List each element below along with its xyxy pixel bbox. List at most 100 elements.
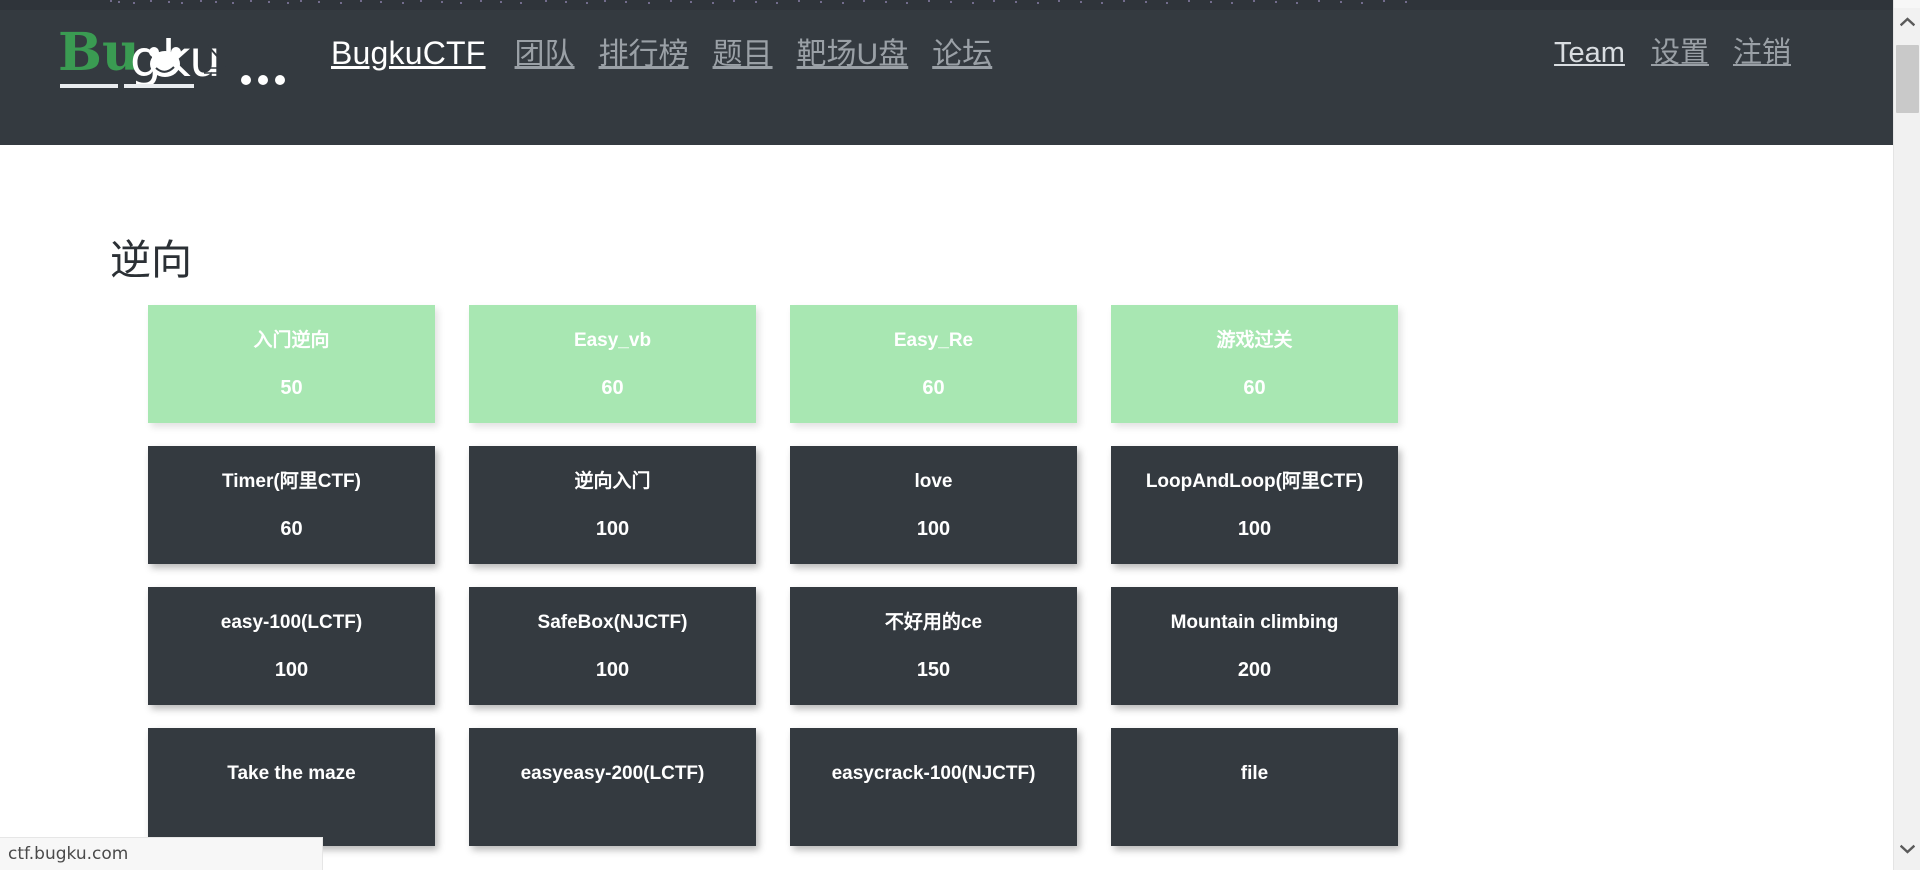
edge-speck (1015, 1, 1017, 3)
edge-speck (110, 0, 112, 2)
edge-speck (480, 0, 482, 2)
edge-speck (1383, 0, 1385, 2)
challenge-title: SafeBox(NJCTF) (537, 611, 688, 633)
nav-link-forum[interactable]: 论坛 (920, 39, 1004, 70)
navbar-inner: Bu gku (0, 18, 1893, 88)
edge-speck (1318, 0, 1320, 2)
challenge-card[interactable]: 入门逆向 50 (148, 305, 435, 423)
edge-speck (460, 2, 462, 4)
challenge-card[interactable]: 不好用的ce 150 (790, 587, 1077, 705)
edge-speck (863, 0, 865, 2)
edge-speck (1058, 0, 1060, 2)
nav-link-settings[interactable]: 设置 (1639, 38, 1721, 68)
edge-speck (820, 1, 822, 3)
challenge-card[interactable]: SafeBox(NJCTF) 100 (469, 587, 756, 705)
edge-speck (885, 1, 887, 3)
edge-speck (993, 0, 995, 2)
edge-speck (1405, 1, 1407, 3)
challenge-card[interactable]: easy-100(LCTF) 100 (148, 587, 435, 705)
edge-speck (1361, 2, 1363, 4)
challenge-score: 150 (916, 658, 951, 681)
top-edge-artifact (0, 0, 1893, 10)
edge-speck (1275, 1, 1277, 3)
edge-speck (1296, 2, 1298, 4)
challenge-title: Timer(阿里CTF) (222, 470, 361, 492)
edge-speck (232, 2, 234, 4)
challenge-title: 游戏过关 (1216, 329, 1293, 351)
edge-speck (906, 2, 908, 4)
nav-link-team-cn[interactable]: 团队 (503, 39, 587, 70)
challenge-card[interactable]: love 100 (790, 446, 1077, 564)
edge-speck (318, 1, 320, 3)
challenge-card[interactable]: Take the maze (148, 728, 435, 846)
edge-speck (1231, 2, 1233, 4)
challenge-title: easycrack-100(NJCTF) (831, 762, 1036, 784)
challenge-title: love (914, 470, 953, 492)
challenge-card[interactable]: easycrack-100(NJCTF) (790, 728, 1077, 846)
edge-speck (520, 2, 522, 4)
page-title: 逆向 (110, 237, 192, 283)
challenge-score: 100 (595, 517, 630, 540)
chevron-down-icon (1900, 844, 1915, 854)
chevron-up-icon (1900, 16, 1915, 26)
edge-speck (250, 0, 252, 2)
edge-speck (625, 1, 627, 3)
challenge-card[interactable]: LoopAndLoop(阿里CTF) 100 (1111, 446, 1398, 564)
edge-speck (972, 2, 974, 4)
challenge-card[interactable]: easyeasy-200(LCTF) (469, 728, 756, 846)
challenge-title: LoopAndLoop(阿里CTF) (1145, 470, 1364, 492)
challenge-card[interactable]: Easy_Re 60 (790, 305, 1077, 423)
challenge-score: 100 (1237, 517, 1272, 540)
edge-speck (1210, 1, 1212, 3)
bugku-logo[interactable]: Bu gku (58, 18, 290, 88)
scrollbar-up-button[interactable] (1894, 8, 1920, 35)
challenge-card[interactable]: Timer(阿里CTF) 60 (148, 446, 435, 564)
edge-speck (300, 0, 302, 2)
scrollbar-track-top (1894, 0, 1920, 8)
edge-speck (360, 0, 362, 2)
challenge-score: 60 (1243, 376, 1266, 399)
edge-speck (118, 1, 120, 3)
challenge-grid: 入门逆向 50 Easy_vb 60 Easy_Re 60 游戏过关 60 Timer(阿里CT… (148, 305, 1438, 846)
edge-speck (215, 1, 217, 3)
challenge-score: 100 (916, 517, 951, 540)
edge-speck (755, 1, 757, 3)
challenge-score: 60 (601, 376, 624, 399)
edge-speck (150, 0, 152, 2)
challenge-title: 入门逆向 (253, 329, 330, 351)
edge-speck (1145, 1, 1147, 3)
navbar-right-links: Team 设置 注销 (1540, 38, 1853, 68)
edge-speck (1166, 2, 1168, 4)
challenge-title: Mountain climbing (1170, 611, 1339, 633)
challenge-score: 100 (595, 658, 630, 681)
edge-speck (268, 1, 270, 3)
nav-link-range-usb[interactable]: 靶场U盘 (785, 39, 921, 70)
edge-speck (1101, 2, 1103, 4)
scrollbar-down-button[interactable] (1894, 835, 1920, 862)
nav-link-logout[interactable]: 注销 (1721, 38, 1803, 68)
challenge-card[interactable]: file (1111, 728, 1398, 846)
edge-speck (441, 1, 443, 3)
main-content: 逆向 入门逆向 50 Easy_vb 60 Easy_Re 60 游戏过关 60 Timer(阿… (0, 145, 1893, 870)
challenge-title: easyeasy-200(LCTF) (520, 762, 705, 784)
challenge-score: 50 (280, 376, 303, 399)
edge-speck (1080, 1, 1082, 3)
vertical-scrollbar[interactable] (1893, 0, 1920, 870)
challenge-card[interactable]: 逆向入门 100 (469, 446, 756, 564)
svg-text:Bu: Bu (58, 22, 140, 83)
challenge-score: 60 (922, 376, 945, 399)
challenge-card[interactable]: 游戏过关 60 (1111, 305, 1398, 423)
edge-speck (168, 1, 170, 3)
edge-speck (604, 0, 606, 2)
nav-link-bugkuctf[interactable]: BugkuCTF (314, 37, 503, 69)
challenge-title: Easy_Re (893, 329, 974, 351)
edge-speck (500, 1, 502, 3)
nav-link-team[interactable]: Team (1540, 38, 1639, 68)
challenge-card[interactable]: Mountain climbing 200 (1111, 587, 1398, 705)
status-bar-url: ctf.bugku.com (8, 844, 129, 864)
nav-link-challenges[interactable]: 题目 (701, 39, 785, 70)
nav-link-leaderboard[interactable]: 排行榜 (587, 39, 701, 70)
challenge-card[interactable]: Easy_vb 60 (469, 305, 756, 423)
scrollbar-thumb[interactable] (1896, 45, 1919, 113)
edge-speck (402, 2, 404, 4)
